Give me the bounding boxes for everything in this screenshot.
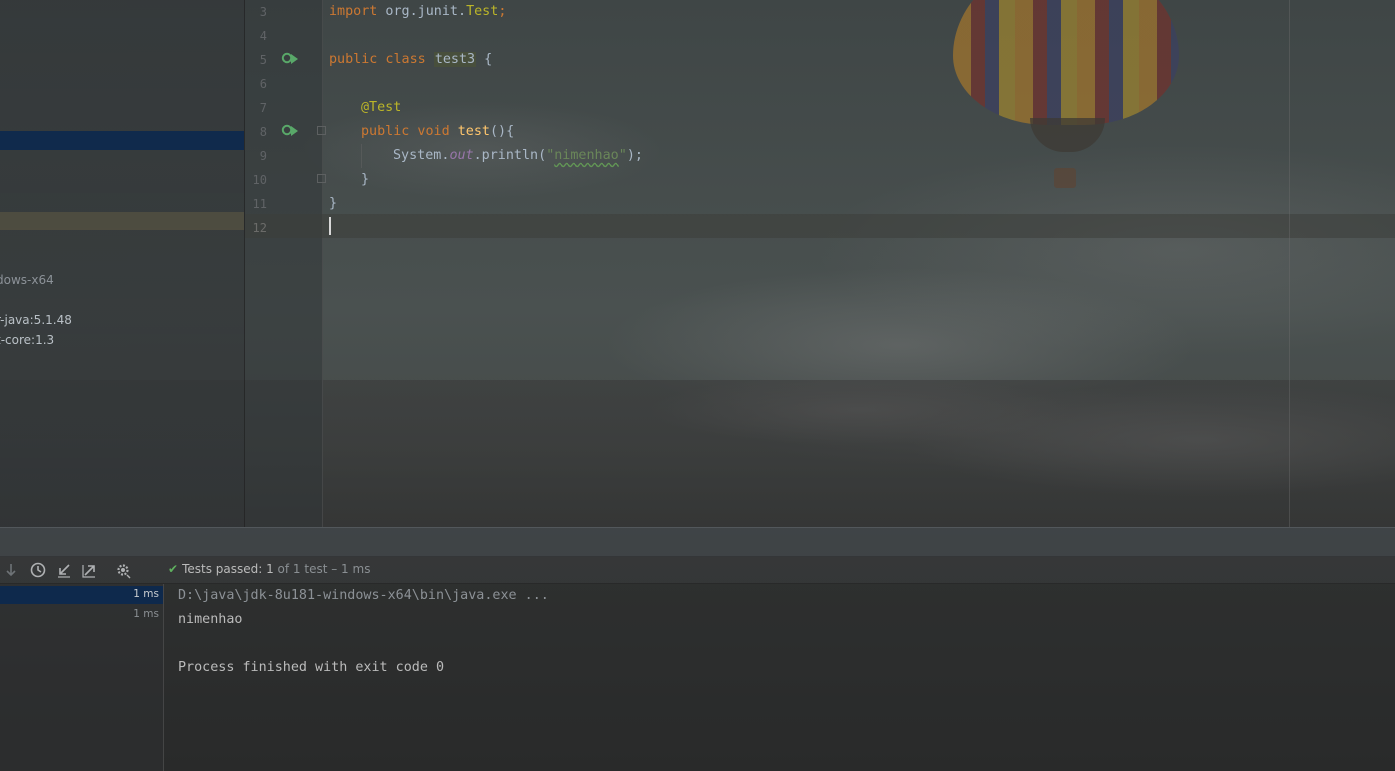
line-number: 7 xyxy=(259,101,267,115)
code-token: .println( xyxy=(473,148,547,163)
line-number: 8 xyxy=(259,125,267,139)
string-token-typo: nimenhao xyxy=(554,148,619,163)
code-token: org.junit. xyxy=(377,4,467,19)
method-name-token: test xyxy=(457,124,490,139)
tests-status-count: 1 xyxy=(266,562,274,576)
console-line-exit: Process finished with exit code 0 xyxy=(178,660,445,675)
code-line-9[interactable]: System.out.println("nimenhao"); xyxy=(393,144,643,168)
line-number: 6 xyxy=(259,77,267,91)
annotation-token: @Test xyxy=(361,100,402,115)
history-icon[interactable] xyxy=(29,561,47,579)
tests-status-detail: of 1 test – 1 ms xyxy=(273,562,371,576)
code-line-11[interactable]: } xyxy=(329,192,337,216)
code-token: public class xyxy=(329,52,434,67)
code-line-7[interactable]: @Test xyxy=(361,96,401,120)
project-tree-item-mysql-connector[interactable]: r-java:5.1.48 xyxy=(0,313,72,327)
export-tests-icon[interactable] xyxy=(81,561,99,579)
line-number: 4 xyxy=(259,29,267,43)
code-token: public void xyxy=(361,124,458,139)
code-token: } xyxy=(329,196,338,211)
string-token: " xyxy=(618,148,627,163)
run-test-icon[interactable] xyxy=(281,51,299,65)
import-tests-icon[interactable] xyxy=(55,561,73,579)
test-results-tree[interactable]: 1 ms 1 ms xyxy=(0,584,164,771)
console-line-command[interactable]: D:\java\jdk-8u181-windows-x64\bin\java.e… xyxy=(178,584,549,608)
code-editor[interactable] xyxy=(323,0,1395,527)
line-number: 11 xyxy=(252,197,267,211)
code-line-10[interactable]: } xyxy=(361,168,369,192)
project-tree-item-hamcrest[interactable]: t-core:1.3 xyxy=(0,333,54,347)
tests-status: ✔ Tests passed: 1 of 1 test – 1 ms xyxy=(168,561,370,577)
test-tree-row[interactable]: 1 ms xyxy=(0,586,163,604)
tests-status-label: Tests passed: xyxy=(182,562,267,576)
run-test-icon[interactable] xyxy=(281,123,299,137)
project-tree-highlighted-row[interactable] xyxy=(0,212,244,230)
arrow-down-icon[interactable] xyxy=(2,561,20,579)
test-tree-row[interactable]: 1 ms xyxy=(0,606,163,624)
project-tree-selected-row[interactable] xyxy=(0,131,244,150)
code-token: ); xyxy=(626,148,643,163)
line-number: 10 xyxy=(252,173,267,187)
text-caret xyxy=(329,217,331,235)
console-line-output: nimenhao xyxy=(178,612,243,627)
code-token: { xyxy=(476,52,493,67)
line-number: 9 xyxy=(259,149,267,163)
code-line-3[interactable]: import org.junit.Test; xyxy=(329,0,506,24)
field-token: out xyxy=(449,148,474,163)
check-icon: ✔ xyxy=(168,562,179,576)
project-tool-window[interactable]: dows-x64 r-java:5.1.48 t-core:1.3 xyxy=(0,0,245,527)
code-token: } xyxy=(361,172,370,187)
class-name-highlighted: test3 xyxy=(433,52,477,67)
run-tool-window-header[interactable] xyxy=(0,527,1395,557)
code-token: ; xyxy=(498,4,507,19)
code-token: Test xyxy=(466,4,499,19)
test-duration: 1 ms xyxy=(133,588,159,600)
code-token: System. xyxy=(393,148,450,163)
code-line-8[interactable]: public void test(){ xyxy=(361,120,514,144)
line-number: 3 xyxy=(259,5,267,19)
settings-gear-icon[interactable] xyxy=(114,561,132,579)
editor-gutter[interactable]: 3 4 5 6 7 8 9 10 11 12 xyxy=(245,0,323,527)
line-number: 5 xyxy=(259,53,267,67)
code-line-5[interactable]: public class test3 { xyxy=(329,48,492,72)
project-tree-item-jdk[interactable]: dows-x64 xyxy=(0,273,54,287)
test-duration: 1 ms xyxy=(133,608,159,620)
code-token: (){ xyxy=(490,124,515,139)
code-token: import xyxy=(329,4,378,19)
